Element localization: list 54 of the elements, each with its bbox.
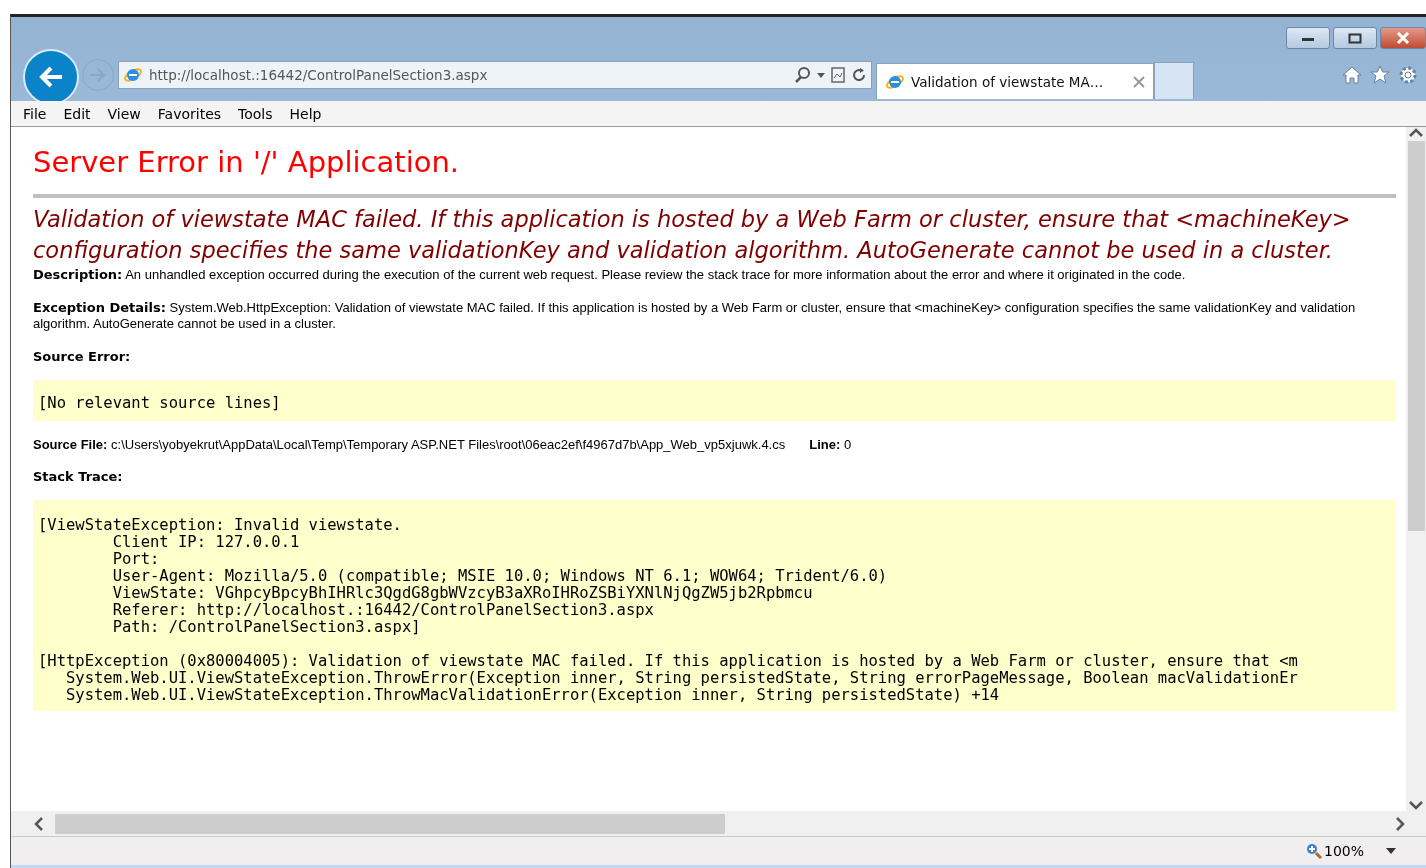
menu-item[interactable]: View — [107, 105, 141, 122]
zoom-icon[interactable] — [1305, 843, 1322, 859]
error-message: Validation of viewstate MAC failed. If this application is hosted by a Web Farm or cluster, ensure that <machineKey> configuration specifies the same validationKey and validation algorithm. AutoGenerate cannot be used in a cluster. — [33, 205, 1352, 265]
refresh-icon[interactable] — [851, 67, 867, 83]
star-icon[interactable] — [1370, 65, 1390, 85]
browser-logo-icon — [123, 65, 143, 85]
exception-details-text: Exception Details: System.Web.HttpException: Validation of viewstate MAC failed. If this application is hosted by a Web Farm or cluster, ensure that <machineKey> configuration specifies the same validationKey and validation algorithm. AutoGenerate cannot be used in a cluster. — [33, 300, 1357, 332]
code-line: System.Web.UI.ViewStateException.ThrowError(Exception inner, String persistedState, String errorPageMessage, Boolean macValidationEr — [65, 670, 1299, 687]
source-file-text: Source File: c:\Users\yobyekrut\AppData\Local\Temp\Temporary ASP.NET Files\root\06eac2ef\f4967d7b\App_Web_vp5xjuwk.4.cs — [33, 437, 786, 452]
code-line: [ViewStateException: Invalid viewstate. — [38, 517, 403, 534]
close-icon[interactable] — [1133, 75, 1145, 88]
horizontal-scrollbar[interactable] — [11, 811, 1426, 836]
menu-item[interactable]: File — [23, 105, 47, 122]
minimize-button[interactable] — [1286, 27, 1330, 49]
menu-item[interactable]: Edit — [63, 105, 91, 122]
address-bar[interactable]: http://localhost.:16442/ControlPanelSection3.aspx — [118, 61, 872, 89]
code-line: [HttpException (0x80004005): Validation of viewstate MAC failed. If this application is hosted by a Web Farm or cluster, ensure that <m — [38, 653, 1299, 670]
section-heading: Source Error: — [33, 349, 132, 364]
back-arrow-icon — [38, 66, 64, 88]
caret-icon[interactable] — [817, 72, 825, 78]
section-heading: Stack Trace: — [33, 469, 124, 484]
code-line: Path: /ControlPanelSection3.aspx] — [111, 619, 422, 636]
home-icon[interactable] — [1342, 65, 1362, 85]
vertical-scrollbar[interactable] — [1406, 127, 1426, 811]
menu-item[interactable]: Tools — [238, 105, 273, 122]
search-icon[interactable] — [795, 67, 811, 83]
description-text: Description: An unhandled exception occurred during the execution of the current web request. Please review the stack trace for more information about the error and where it originated in the code. — [33, 267, 1187, 283]
code-line: Referer: http://localhost.:16442/ControlPanelSection3.aspx — [111, 602, 655, 619]
menu-item[interactable]: Help — [289, 105, 322, 122]
scroll-left-icon[interactable] — [33, 815, 43, 832]
settings-icon[interactable] — [1398, 65, 1418, 85]
browser-tab[interactable]: Validation of viewstate MA… — [876, 63, 1154, 99]
scroll-down-icon[interactable] — [1408, 801, 1424, 811]
scroll-up-icon[interactable] — [1408, 127, 1424, 137]
code-line: System.Web.UI.ViewStateException.ThrowMacValidationError(Exception inner, String persistedState) +14 — [65, 687, 1001, 704]
code-line: ViewState: VGhpcyBpcyBhIHRlc3QgdG8gbWVzcyB3aXRoIHRoZSBiYXNlNjQgZW5jb2Rpbmcu — [111, 585, 814, 602]
scroll-thumb[interactable] — [1407, 141, 1425, 531]
zoom-level[interactable]: 100% — [1323, 843, 1364, 859]
code-line: [No relevant source lines] — [38, 395, 282, 412]
code-line: Port: — [111, 551, 161, 568]
maximize-icon — [1348, 32, 1362, 44]
address-text: http://localhost.:16442/ControlPanelSection3.aspx — [149, 67, 489, 83]
line-number-text: Line: 0 — [809, 437, 852, 452]
close-icon — [1396, 32, 1410, 44]
caret-icon[interactable] — [1386, 848, 1396, 854]
compatibility-view-icon[interactable] — [831, 67, 845, 83]
code-line: Client IP: 127.0.0.1 — [111, 534, 301, 551]
maximize-button[interactable] — [1333, 27, 1377, 49]
scroll-right-icon[interactable] — [1396, 815, 1406, 832]
menu-item[interactable]: Favorites — [157, 105, 222, 122]
scroll-thumb[interactable] — [55, 813, 725, 834]
close-button[interactable] — [1380, 27, 1426, 49]
error-title: Server Error in '/' Application. — [33, 145, 461, 179]
code-line: User-Agent: Mozilla/5.0 (compatible; MSIE 10.0; Windows NT 6.1; WOW64; Trident/6.0) — [111, 568, 889, 585]
